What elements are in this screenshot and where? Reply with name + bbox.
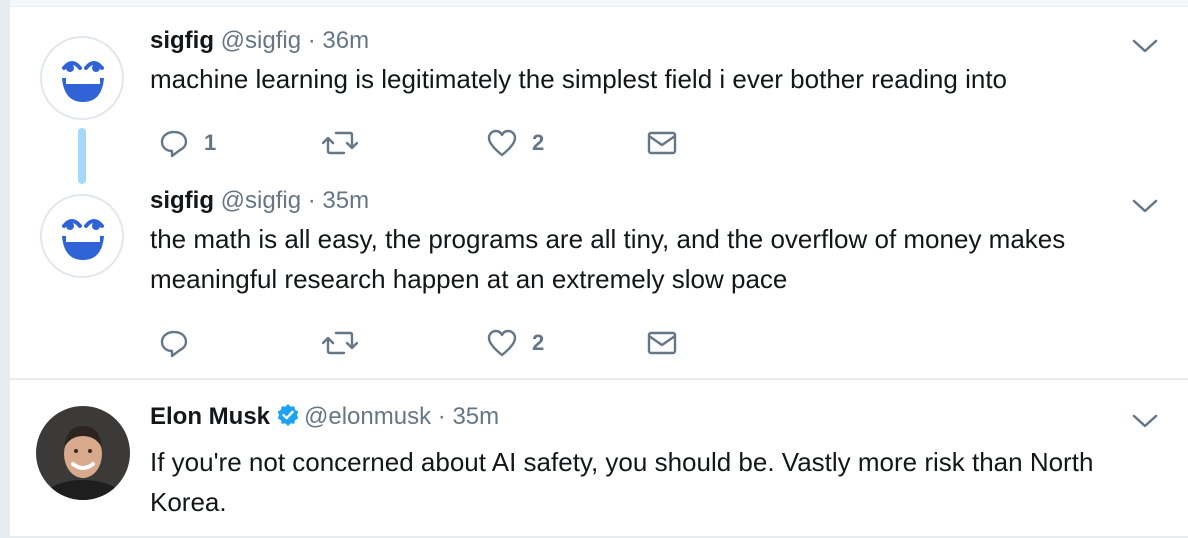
tweet-header: sigfig @sigfig · 36m [150, 26, 369, 56]
thread-connector [78, 128, 86, 184]
avatar[interactable] [36, 406, 130, 500]
separator: · [437, 403, 446, 430]
profile-photo [36, 406, 130, 500]
timestamp[interactable]: 35m [322, 187, 369, 214]
separator: · [307, 187, 316, 214]
laughing-face-icon [62, 61, 104, 102]
retweet-button[interactable] [322, 127, 358, 159]
like-count: 2 [532, 330, 545, 355]
tweet[interactable]: sigfig @sigfig · 36m machine learning is… [10, 0, 1188, 184]
tweet-header: Elon Musk @elonmusk · 35m [150, 402, 499, 432]
tweet-header: sigfig @sigfig · 35m [150, 186, 369, 216]
like-count: 2 [532, 130, 545, 155]
like-button[interactable]: 2 [486, 327, 544, 359]
avatar[interactable] [40, 36, 124, 120]
tweet-text: If you're not concerned about AI safety,… [150, 447, 1094, 517]
direct-message-button[interactable] [646, 327, 678, 359]
author-name[interactable]: Elon Musk [150, 403, 270, 430]
envelope-icon [647, 131, 677, 155]
laughing-face-icon [62, 219, 104, 260]
timestamp[interactable]: 36m [322, 27, 369, 54]
tweet[interactable]: sigfig @sigfig · 35m the math is all eas… [10, 182, 1188, 378]
separator: · [307, 27, 316, 54]
reply-icon [160, 130, 188, 158]
tweet-text: the math is all easy, the programs are a… [150, 224, 1066, 294]
retweet-icon [322, 131, 358, 155]
timestamp[interactable]: 35m [452, 403, 499, 430]
reply-count: 1 [204, 130, 217, 155]
avatar[interactable] [40, 194, 124, 278]
author-handle[interactable]: @elonmusk [304, 403, 431, 430]
reply-button[interactable]: 1 [158, 127, 216, 159]
chevron-down-icon[interactable] [1132, 413, 1158, 429]
envelope-icon [647, 331, 677, 355]
heart-icon [487, 329, 517, 357]
tweet[interactable]: Elon Musk @elonmusk · 35m If you're not … [10, 378, 1188, 538]
reply-button[interactable] [158, 327, 204, 359]
author-handle[interactable]: @sigfig [221, 187, 301, 214]
author-name[interactable]: sigfig [150, 27, 214, 54]
author-name[interactable]: sigfig [150, 187, 214, 214]
retweet-button[interactable] [322, 327, 358, 359]
chevron-down-icon[interactable] [1132, 38, 1158, 54]
direct-message-button[interactable] [646, 127, 678, 159]
verified-badge-icon [277, 404, 299, 426]
reply-icon [160, 330, 188, 358]
heart-icon [487, 129, 517, 157]
chevron-down-icon[interactable] [1132, 198, 1158, 214]
like-button[interactable]: 2 [486, 127, 544, 159]
retweet-icon [322, 331, 358, 355]
author-handle[interactable]: @sigfig [221, 27, 301, 54]
timeline: sigfig @sigfig · 36m machine learning is… [10, 0, 1188, 536]
tweet-text: machine learning is legitimately the sim… [150, 64, 1007, 94]
